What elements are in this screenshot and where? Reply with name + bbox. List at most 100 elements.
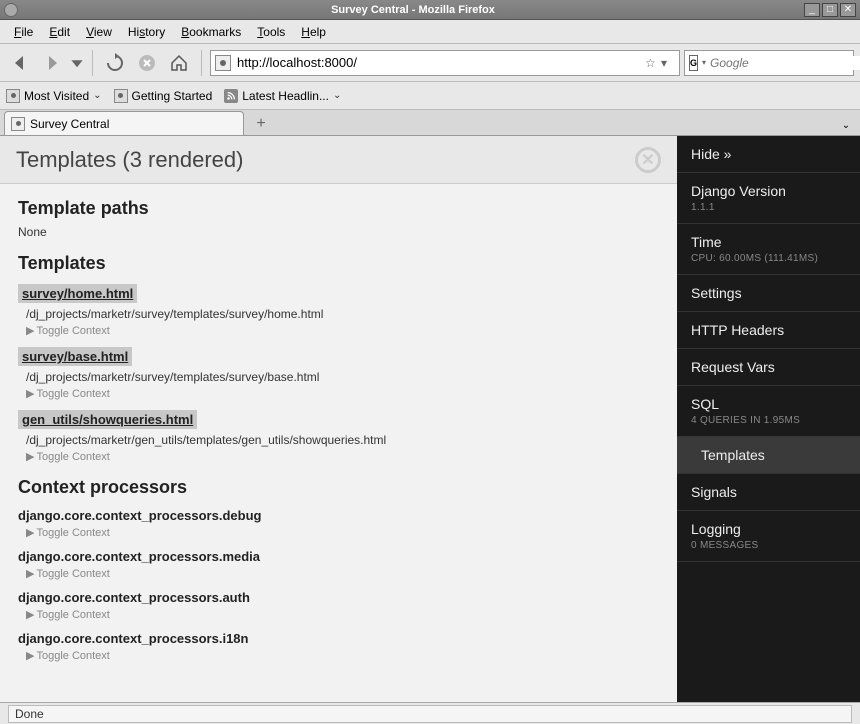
sidebar-item-sublabel: 1.1.1 [691, 202, 846, 213]
search-engine-dropdown-icon[interactable]: ▾ [702, 58, 706, 67]
context-processors-heading: Context processors [18, 477, 659, 498]
bookmark-star-icon[interactable]: ☆ [645, 56, 661, 70]
bookmark-latest-headlines[interactable]: Latest Headlin... ⌄ [224, 89, 341, 103]
toggle-context-button[interactable]: ▶Toggle Context [26, 387, 659, 400]
site-identity-icon[interactable] [215, 55, 231, 71]
triangle-icon: ▶ [26, 568, 34, 580]
context-processor-name: django.core.context_processors.media [18, 549, 659, 564]
chevron-down-icon: ⌄ [333, 90, 341, 101]
menu-tools[interactable]: Tools [249, 23, 293, 41]
home-button[interactable] [165, 49, 193, 77]
url-bar[interactable]: ☆ ▾ [210, 50, 680, 76]
url-dropdown-icon[interactable]: ▾ [661, 56, 675, 70]
separator [201, 50, 202, 76]
template-path: /dj_projects/marketr/survey/templates/su… [26, 370, 659, 384]
template-paths-heading: Template paths [18, 198, 659, 219]
template-item: survey/base.html /dj_projects/marketr/su… [18, 347, 659, 400]
back-button[interactable] [6, 49, 34, 77]
search-input[interactable] [710, 56, 860, 70]
menu-edit[interactable]: Edit [41, 23, 78, 41]
bookmark-label: Latest Headlin... [242, 89, 329, 103]
sidebar-item-label: Templates [701, 447, 846, 463]
toggle-context-button[interactable]: ▶Toggle Context [26, 526, 659, 539]
sidebar-item-time[interactable]: Time CPU: 60.00MS (111.41MS) [677, 224, 860, 275]
template-path: /dj_projects/marketr/survey/templates/su… [26, 307, 659, 321]
debug-toolbar-sidebar: Hide » Django Version 1.1.1 Time CPU: 60.00M… [677, 136, 860, 702]
content-area: Templates (3 rendered) ✕ Template paths … [0, 136, 860, 702]
status-bar: Done [0, 702, 860, 724]
sidebar-item-label: Signals [691, 484, 846, 500]
minimize-button[interactable]: _ [804, 3, 820, 17]
context-processor-name: django.core.context_processors.auth [18, 590, 659, 605]
menu-help[interactable]: Help [293, 23, 334, 41]
debug-panel: Templates (3 rendered) ✕ Template paths … [0, 136, 677, 702]
sidebar-item-templates[interactable]: Templates [677, 437, 860, 474]
maximize-button[interactable]: □ [822, 3, 838, 17]
toggle-context-button[interactable]: ▶Toggle Context [26, 450, 659, 463]
template-path: /dj_projects/marketr/gen_utils/templates… [26, 433, 659, 447]
bookmark-getting-started[interactable]: Getting Started [114, 89, 213, 103]
menu-file[interactable]: File [6, 23, 41, 41]
bookmark-most-visited[interactable]: Most Visited ⌄ [6, 89, 102, 103]
bookmark-label: Getting Started [132, 89, 213, 103]
toggle-context-button[interactable]: ▶Toggle Context [26, 608, 659, 621]
sidebar-item-signals[interactable]: Signals [677, 474, 860, 511]
sidebar-item-label: HTTP Headers [691, 322, 846, 338]
tab-survey-central[interactable]: Survey Central [4, 111, 244, 135]
panel-title: Templates (3 rendered) [16, 147, 635, 173]
sidebar-item-label: Settings [691, 285, 846, 301]
close-button[interactable]: ✕ [840, 3, 856, 17]
tab-strip: Survey Central + ⌄ [0, 110, 860, 136]
panel-body: Template paths None Templates survey/hom… [0, 184, 677, 676]
sidebar-item-django-version[interactable]: Django Version 1.1.1 [677, 173, 860, 224]
tabs-dropdown[interactable]: ⌄ [836, 120, 856, 135]
stop-button[interactable] [133, 49, 161, 77]
new-tab-button[interactable]: + [248, 113, 274, 135]
reload-button[interactable] [101, 49, 129, 77]
triangle-icon: ▶ [26, 527, 34, 539]
template-name-link[interactable]: gen_utils/showqueries.html [18, 410, 197, 429]
sidebar-item-label: Hide » [691, 146, 846, 162]
toggle-context-button[interactable]: ▶Toggle Context [26, 324, 659, 337]
sidebar-item-sql[interactable]: SQL 4 QUERIES IN 1.95MS [677, 386, 860, 437]
menu-history[interactable]: History [120, 23, 173, 41]
template-name-link[interactable]: survey/base.html [18, 347, 132, 366]
toggle-context-button[interactable]: ▶Toggle Context [26, 567, 659, 580]
nav-dropdown[interactable] [70, 49, 84, 77]
triangle-icon: ▶ [26, 388, 34, 400]
triangle-icon: ▶ [26, 325, 34, 337]
sidebar-item-label: Django Version [691, 183, 846, 199]
search-box[interactable]: G ▾ [684, 50, 854, 76]
sidebar-item-sublabel: 0 MESSAGES [691, 540, 846, 551]
tab-title: Survey Central [30, 117, 109, 131]
firefox-icon [4, 3, 18, 17]
menu-bookmarks[interactable]: Bookmarks [173, 23, 249, 41]
sidebar-item-label: Time [691, 234, 846, 250]
sidebar-item-http-headers[interactable]: HTTP Headers [677, 312, 860, 349]
search-engine-icon[interactable]: G [689, 55, 698, 71]
sidebar-item-label: SQL [691, 396, 846, 412]
context-processor-item: django.core.context_processors.media ▶To… [18, 549, 659, 580]
context-processor-name: django.core.context_processors.debug [18, 508, 659, 523]
template-paths-value: None [18, 225, 659, 239]
sidebar-item-label: Logging [691, 521, 846, 537]
sidebar-item-logging[interactable]: Logging 0 MESSAGES [677, 511, 860, 562]
panel-close-button[interactable]: ✕ [635, 147, 661, 173]
triangle-icon: ▶ [26, 451, 34, 463]
toggle-context-button[interactable]: ▶Toggle Context [26, 649, 659, 662]
nav-toolbar: ☆ ▾ G ▾ [0, 44, 860, 82]
sidebar-item-sublabel: 4 QUERIES IN 1.95MS [691, 415, 846, 426]
triangle-icon: ▶ [26, 650, 34, 662]
bookmarks-toolbar: Most Visited ⌄ Getting Started Latest He… [0, 82, 860, 110]
sidebar-item-request-vars[interactable]: Request Vars [677, 349, 860, 386]
separator [92, 50, 93, 76]
sidebar-item-sublabel: CPU: 60.00MS (111.41MS) [691, 253, 846, 264]
url-input[interactable] [237, 55, 645, 70]
sidebar-item-hide[interactable]: Hide » [677, 136, 860, 173]
window-title: Survey Central - Mozilla Firefox [24, 4, 802, 16]
forward-button[interactable] [38, 49, 66, 77]
template-name-link[interactable]: survey/home.html [18, 284, 137, 303]
sidebar-item-settings[interactable]: Settings [677, 275, 860, 312]
chevron-down-icon: ⌄ [93, 90, 101, 101]
menu-view[interactable]: View [78, 23, 120, 41]
